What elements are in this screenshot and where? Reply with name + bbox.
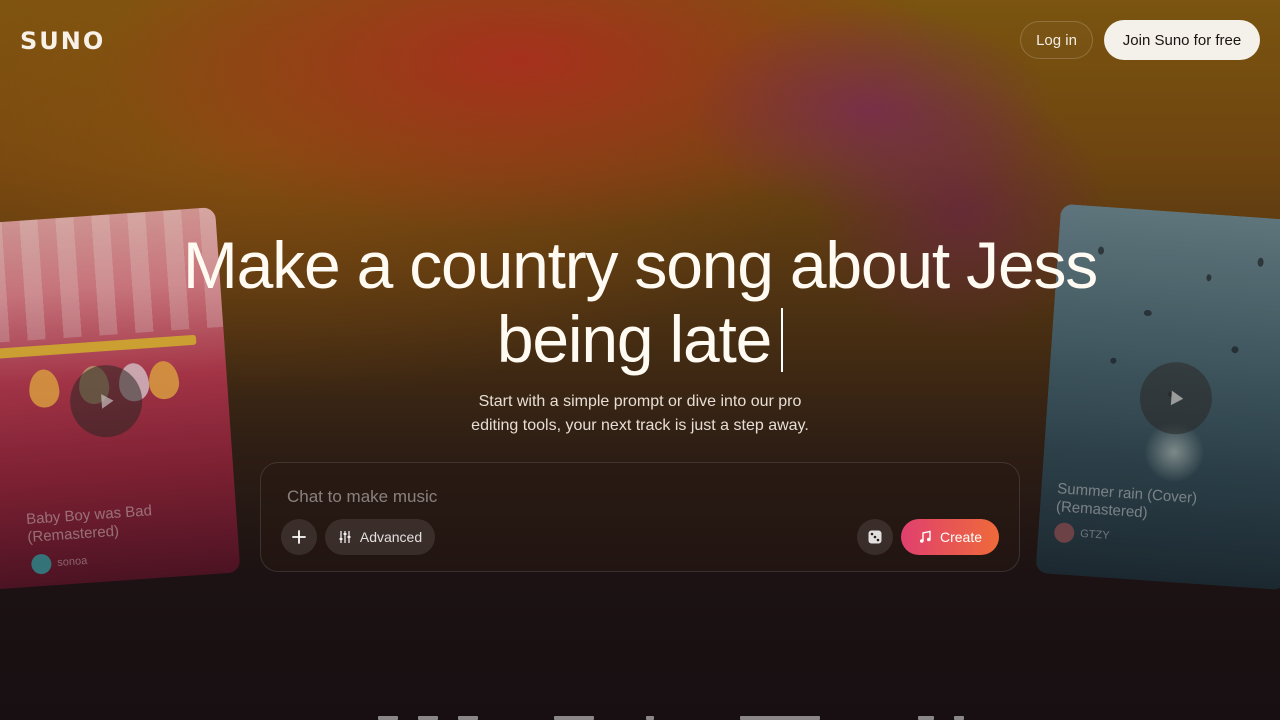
create-label: Create <box>939 529 983 545</box>
artist-name: GTZY <box>1079 527 1110 542</box>
login-button[interactable]: Log in <box>1020 21 1093 59</box>
sliders-icon <box>339 531 351 543</box>
avatar <box>1053 522 1075 544</box>
partner-logo <box>554 716 594 720</box>
artist-name: sonoa <box>56 554 88 569</box>
random-prompt-button[interactable] <box>857 519 893 555</box>
play-icon <box>101 394 114 409</box>
prompt-box: Advanced Create <box>260 462 1020 572</box>
plus-icon <box>292 530 306 544</box>
partner-logo <box>918 716 934 720</box>
hero-title-line: Make a country song about Jess <box>182 228 1098 302</box>
partner-logo <box>954 716 964 720</box>
suno-logo[interactable]: SUNO <box>20 27 105 55</box>
hero-subtitle: Start with a simple prompt or dive into … <box>440 390 840 438</box>
advanced-button[interactable]: Advanced <box>325 519 435 555</box>
card-artist-left: sonoa <box>30 551 88 575</box>
hero-title: Make a country song about Jess being lat… <box>0 228 1280 376</box>
partner-logo <box>378 716 398 720</box>
create-button[interactable]: Create <box>901 519 999 555</box>
chat-input[interactable] <box>285 485 889 509</box>
join-button[interactable]: Join Suno for free <box>1104 20 1260 60</box>
advanced-label: Advanced <box>359 529 423 545</box>
card-title-left: Baby Boy was Bad (Remastered) <box>26 502 154 547</box>
hero-title-line-2: being late <box>0 302 1280 376</box>
avatar <box>30 553 53 575</box>
add-button[interactable] <box>281 519 317 555</box>
hero-title-line: being late <box>496 302 772 376</box>
subtitle-line: Start with a simple prompt or dive into … <box>478 393 802 410</box>
music-note-icon <box>919 530 931 543</box>
typing-caret <box>781 308 784 372</box>
partner-logo <box>646 716 654 720</box>
partner-logo <box>418 716 438 720</box>
partner-logo <box>458 716 478 720</box>
subtitle-line: editing tools, your next track is just a… <box>471 417 809 434</box>
dice-icon <box>868 530 882 544</box>
partner-logo <box>740 716 820 720</box>
card-title-right: Summer rain (Cover) (Remastered) <box>1055 480 1197 526</box>
partner-logos-strip <box>0 712 1280 720</box>
play-icon <box>1170 390 1184 406</box>
card-artist-right: GTZY <box>1053 522 1111 546</box>
